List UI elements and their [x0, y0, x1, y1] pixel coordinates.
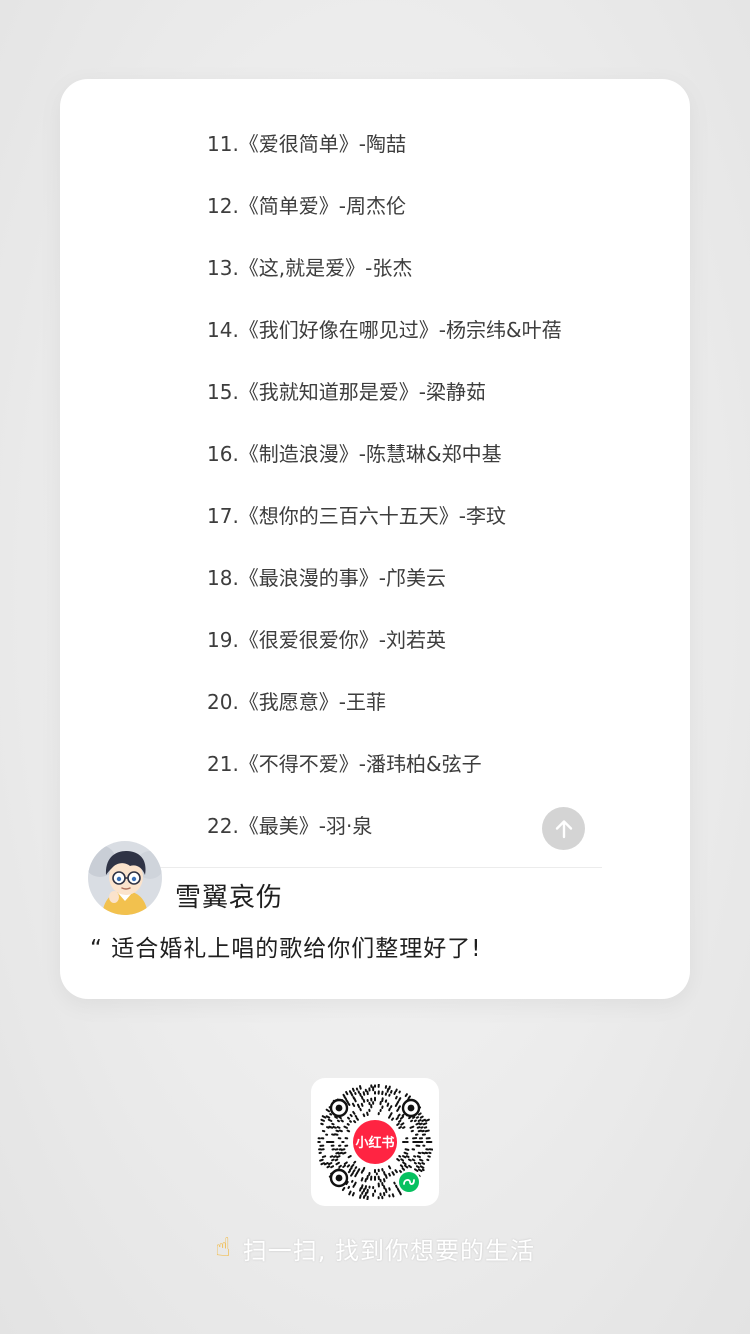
song-item-14: 14.《我们好像在哪见过》-杨宗纬&叶蓓	[207, 318, 562, 342]
qr-code-icon: 小红书	[317, 1084, 433, 1200]
pointing-hand-icon: ☝	[214, 1233, 231, 1263]
song-item-22: 22.《最美》-羽·泉	[207, 814, 373, 838]
song-item-18: 18.《最浪漫的事》-邝美云	[207, 566, 447, 590]
mini-program-badge-icon	[399, 1172, 419, 1192]
scan-prompt-text: 扫一扫, 找到你想要的生活	[242, 1236, 536, 1265]
note-description-text: 适合婚礼上唱的歌给你们整理好了!	[111, 936, 482, 962]
song-list: 11.《爱很简单》-陶喆 12.《简单爱》-周杰伦 13.《这,就是爱》-张杰 …	[207, 113, 562, 857]
scroll-to-top-button[interactable]	[542, 807, 585, 850]
note-card[interactable]: 11.《爱很简单》-陶喆 12.《简单爱》-周杰伦 13.《这,就是爱》-张杰 …	[60, 79, 690, 999]
song-item-19: 19.《很爱很爱你》-刘若英	[207, 628, 447, 652]
song-item-21: 21.《不得不爱》-潘玮柏&弦子	[207, 752, 482, 776]
song-item-15: 15.《我就知道那是爱》-梁静茹	[207, 380, 487, 404]
arrow-up-icon	[555, 819, 572, 838]
anime-character-avatar-icon	[88, 841, 162, 915]
song-item-12: 12.《简单爱》-周杰伦	[207, 194, 407, 218]
song-item-13: 13.《这,就是爱》-张杰	[207, 256, 413, 280]
avatar[interactable]	[88, 841, 162, 915]
qr-code[interactable]: 小红书	[311, 1078, 439, 1206]
author-name[interactable]: 雪翼哀伤	[175, 877, 283, 914]
song-item-11: 11.《爱很简单》-陶喆	[207, 132, 407, 156]
song-item-20: 20.《我愿意》-王菲	[207, 690, 387, 714]
note-description: “ 适合婚礼上唱的歌给你们整理好了!	[90, 929, 481, 963]
brand-logo-text: 小红书	[355, 1135, 394, 1151]
song-item-17: 17.《想你的三百六十五天》-李玟	[207, 504, 507, 528]
quote-mark: “	[90, 936, 103, 962]
divider	[160, 867, 602, 868]
song-item-16: 16.《制造浪漫》-陈慧琳&郑中基	[207, 442, 502, 466]
scan-prompt: ☝ 扫一扫, 找到你想要的生活	[0, 1226, 750, 1270]
